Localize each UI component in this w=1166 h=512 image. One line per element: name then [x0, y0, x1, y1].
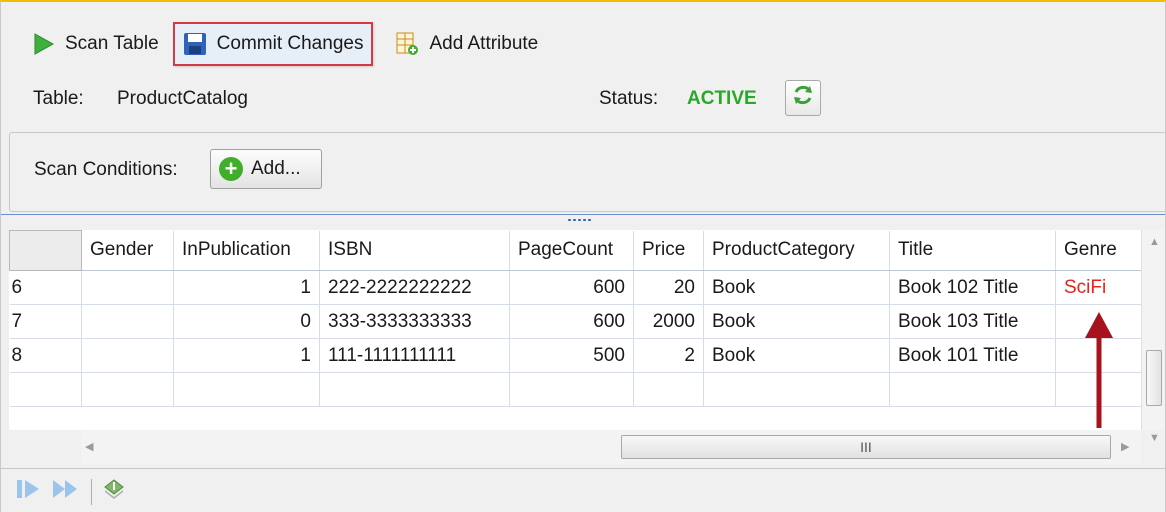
title-cell[interactable]: Book 103 Title: [889, 304, 1056, 339]
scroll-up-icon[interactable]: ▲: [1149, 236, 1160, 248]
splitter-grip[interactable]: [567, 218, 593, 222]
inpublication-cell[interactable]: 0: [173, 304, 320, 339]
pagecount-cell[interactable]: 500: [509, 338, 634, 373]
scan-table-button[interactable]: Scan Table: [23, 22, 167, 66]
add-condition-label: Add...: [251, 158, 301, 179]
scan-conditions-label: Scan Conditions:: [34, 159, 178, 180]
isbn-cell[interactable]: [319, 372, 510, 407]
row-id-cell[interactable]: 8: [9, 338, 82, 373]
grid-header-row: Gender InPublication ISBN PageCount Pric…: [9, 230, 1142, 271]
data-grid: Gender InPublication ISBN PageCount Pric…: [9, 230, 1142, 430]
inpublication-cell[interactable]: 1: [173, 270, 320, 305]
table-info-row: Table: ProductCatalog Status: ACTIVE: [1, 80, 1165, 120]
gender-cell[interactable]: [81, 304, 174, 339]
productcategory-cell[interactable]: [703, 372, 890, 407]
scroll-right-icon[interactable]: ▶: [1121, 440, 1129, 453]
column-header-title[interactable]: Title: [889, 230, 1056, 271]
pagecount-cell[interactable]: 600: [509, 304, 634, 339]
vertical-scrollbar[interactable]: ▲ ▼: [1141, 230, 1165, 444]
add-column-icon: [395, 32, 419, 56]
isbn-cell[interactable]: 222-2222222222: [319, 270, 510, 305]
price-cell[interactable]: [633, 372, 704, 407]
pagecount-cell[interactable]: [509, 372, 634, 407]
gender-cell[interactable]: [81, 372, 174, 407]
title-cell[interactable]: Book 101 Title: [889, 338, 1056, 373]
column-header-inpublication[interactable]: InPublication: [173, 230, 320, 271]
row-id-cell[interactable]: 7: [9, 304, 82, 339]
gender-cell[interactable]: [81, 270, 174, 305]
table-label: Table:: [33, 88, 84, 109]
column-header-genre[interactable]: Genre: [1055, 230, 1142, 271]
scroll-down-icon[interactable]: ▼: [1149, 432, 1160, 444]
status-badge: ACTIVE: [687, 88, 757, 109]
horizontal-scrollbar[interactable]: ◀ III ▶: [81, 430, 1141, 464]
row-id-cell[interactable]: [9, 372, 82, 407]
isbn-cell[interactable]: 333-3333333333: [319, 304, 510, 339]
productcategory-cell[interactable]: Book: [703, 270, 890, 305]
price-cell[interactable]: 2: [633, 338, 704, 373]
title-cell[interactable]: Book 102 Title: [889, 270, 1056, 305]
gender-cell[interactable]: [81, 338, 174, 373]
row-id-cell[interactable]: 6: [9, 270, 82, 305]
table-row[interactable]: 6 1 222-2222222222 600 20 Book Book 102 …: [9, 270, 1142, 305]
scan-conditions-panel: Scan Conditions: + Add...: [9, 132, 1166, 212]
new-row[interactable]: [9, 372, 1142, 407]
commit-changes-label: Commit Changes: [216, 33, 364, 54]
bottom-toolbar: [1, 468, 1165, 512]
productcategory-cell[interactable]: Book: [703, 304, 890, 339]
annotation-arrow: [1079, 310, 1119, 436]
scroll-left-icon[interactable]: ◀: [85, 440, 93, 453]
add-attribute-label: Add Attribute: [429, 33, 539, 54]
add-attribute-button[interactable]: Add Attribute: [387, 22, 546, 66]
column-header-productcategory[interactable]: ProductCategory: [703, 230, 890, 271]
column-header-price[interactable]: Price: [633, 230, 704, 271]
commit-changes-button[interactable]: Commit Changes: [172, 22, 374, 66]
save-icon: [183, 32, 207, 56]
isbn-cell[interactable]: 111-1111111111: [319, 338, 510, 373]
plus-icon: +: [219, 157, 243, 181]
productcategory-cell[interactable]: Book: [703, 338, 890, 373]
export-icon[interactable]: [102, 477, 126, 507]
splitter[interactable]: [1, 214, 1165, 228]
status-label: Status:: [599, 88, 659, 109]
play-icon: [31, 32, 55, 56]
app-window: Scan Table Commit Changes Add Attribute …: [0, 0, 1166, 512]
price-cell[interactable]: 20: [633, 270, 704, 305]
scan-table-label: Scan Table: [65, 33, 159, 54]
column-header-isbn[interactable]: ISBN: [319, 230, 510, 271]
table-row[interactable]: 8 1 111-1111111111 500 2 Book Book 101 T…: [9, 338, 1142, 373]
refresh-button[interactable]: [785, 80, 821, 116]
toolbar-divider: [91, 478, 92, 505]
column-header-gender[interactable]: Gender: [81, 230, 174, 271]
table-name: ProductCatalog: [117, 88, 248, 109]
fast-forward-icon[interactable]: [51, 478, 81, 506]
column-header-pagecount[interactable]: PageCount: [509, 230, 634, 271]
toolbar: Scan Table Commit Changes Add Attribute: [1, 18, 1165, 70]
inpublication-cell[interactable]: [173, 372, 320, 407]
pagecount-cell[interactable]: 600: [509, 270, 634, 305]
next-page-icon[interactable]: [15, 478, 43, 506]
title-cell[interactable]: [889, 372, 1056, 407]
refresh-icon: [791, 83, 815, 113]
grid-corner-cell[interactable]: [9, 230, 82, 271]
vertical-scroll-thumb[interactable]: [1146, 350, 1162, 406]
genre-cell[interactable]: SciFi: [1055, 270, 1142, 305]
inpublication-cell[interactable]: 1: [173, 338, 320, 373]
horizontal-scroll-thumb[interactable]: III: [621, 435, 1111, 459]
add-condition-button[interactable]: + Add...: [210, 149, 322, 189]
table-row[interactable]: 7 0 333-3333333333 600 2000 Book Book 10…: [9, 304, 1142, 339]
price-cell[interactable]: 2000: [633, 304, 704, 339]
